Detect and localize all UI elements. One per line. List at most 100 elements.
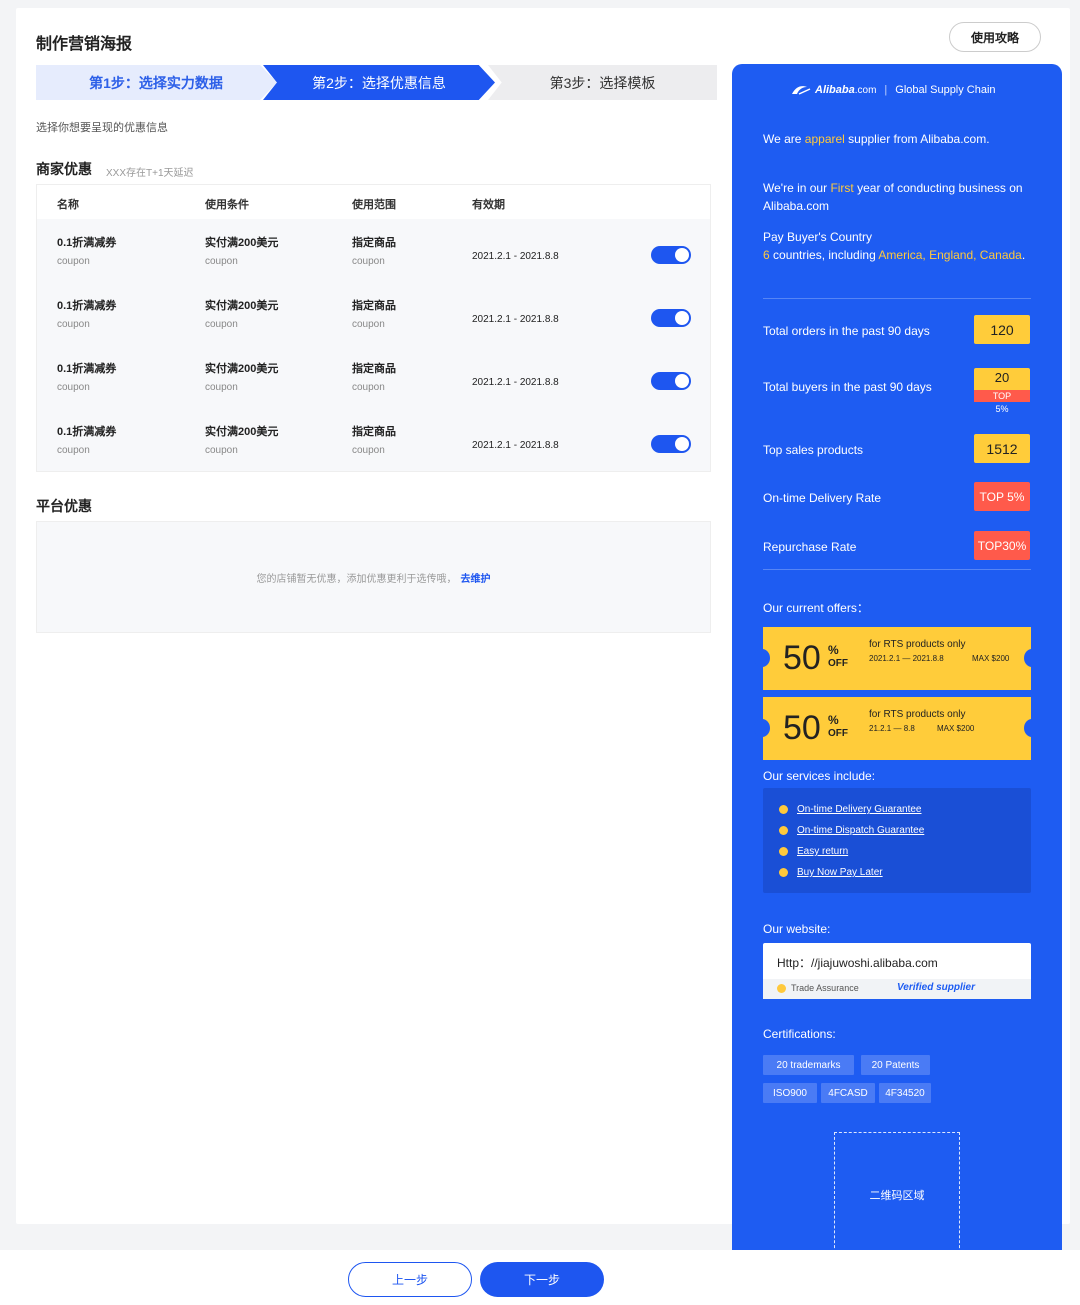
cert-badge: 20 trademarks — [763, 1055, 854, 1075]
offer-scope: 指定商品 — [352, 426, 396, 438]
offer-condition-sub: coupon — [205, 256, 238, 267]
brand-separator: | — [884, 84, 888, 96]
cert-badge: ISO900 — [763, 1083, 817, 1103]
offer-toggle[interactable] — [651, 246, 691, 264]
merchant-section-title: 商家优惠 — [36, 161, 92, 177]
offer-scope: 指定商品 — [352, 363, 396, 375]
coupon-desc: for RTS products only — [869, 639, 966, 650]
merchant-delay-note: XXX存在T+1天延迟 — [106, 168, 194, 179]
offer-name: 0.1折满减券 — [57, 300, 117, 312]
services-title: Our services include: — [763, 769, 876, 783]
orders-value: 120 — [974, 315, 1030, 344]
bullet-icon — [779, 826, 788, 835]
delivery-value: TOP 5% — [974, 482, 1030, 511]
poster-countries: Pay Buyer's Country 6 countries, includi… — [763, 228, 1038, 264]
service-item[interactable]: Buy Now Pay Later — [779, 867, 883, 878]
maintain-link[interactable]: 去维护 — [461, 570, 491, 585]
buyers-value: 20 — [994, 370, 1010, 385]
empty-text: 您的店铺暂无优惠，添加优惠更利于选传哦， — [256, 573, 457, 585]
offer-condition: 实付满200美元 — [205, 300, 279, 312]
table-row: 0.1折满减券 coupon 实付满200美元 coupon 指定商品 coupon … — [37, 351, 710, 414]
offer-name: 0.1折满减券 — [57, 363, 117, 375]
buyers-label: Total buyers in the past 90 days — [763, 380, 932, 394]
hint-text: 选择你想要呈现的优惠信息 — [36, 122, 168, 134]
table-row: 0.1折满减券 coupon 实付满200美元 coupon 指定商品 coupon … — [37, 288, 710, 351]
table-row: 0.1折满减券 coupon 实付满200美元 coupon 指定商品 coupon … — [37, 414, 710, 477]
brand-domain: .com — [854, 84, 877, 96]
bullet-icon — [779, 868, 788, 877]
service-item[interactable]: Easy return — [779, 846, 848, 857]
toggle-knob — [675, 437, 689, 451]
coupon-off: OFF — [828, 728, 848, 739]
offer-name: 0.1折满减券 — [57, 237, 117, 249]
coupon-value: 50 — [783, 639, 821, 677]
bullet-icon — [779, 805, 788, 814]
offer-name-sub: coupon — [57, 256, 90, 267]
services-list: On-time Delivery Guarantee On-time Dispa… — [763, 788, 1031, 893]
col-period: 有效期 — [472, 199, 505, 211]
offer-period: 2021.2.1 - 2021.8.8 — [472, 314, 559, 325]
cert-badge: 4FCASD — [821, 1083, 875, 1103]
platform-empty-state: 您的店铺暂无优惠，添加优惠更利于选传哦， 去维护 — [36, 521, 711, 633]
platform-section-title: 平台优惠 — [36, 498, 92, 514]
col-name: 名称 — [57, 199, 79, 211]
offer-period: 2021.2.1 - 2021.8.8 — [472, 251, 559, 262]
bullet-icon — [779, 847, 788, 856]
website-title: Our website: — [763, 922, 831, 936]
coupon-card: 50 % OFF for RTS products only 2021.2.1 … — [754, 627, 1040, 690]
offer-scope-sub: coupon — [352, 256, 385, 267]
buyers-top-badge: TOP — [974, 390, 1030, 402]
offer-period: 2021.2.1 - 2021.8.8 — [472, 377, 559, 388]
coupon-pct: % — [828, 713, 839, 727]
offer-condition: 实付满200美元 — [205, 363, 279, 375]
cert-title: Certifications: — [763, 1027, 836, 1041]
col-condition: 使用条件 — [205, 199, 249, 211]
service-item[interactable]: On-time Delivery Guarantee — [779, 804, 922, 815]
offer-name: 0.1折满减券 — [57, 426, 117, 438]
repurchase-label: Repurchase Rate — [763, 540, 857, 554]
step-2[interactable]: 第2步：选择优惠信息 — [263, 65, 495, 100]
step-3[interactable]: 第3步：选择模板 — [488, 65, 717, 100]
trade-assurance-icon — [777, 984, 786, 993]
service-item[interactable]: On-time Dispatch Guarantee — [779, 825, 924, 836]
website-box: Http：//jiajuwoshi.alibaba.com Trade Assu… — [763, 943, 1031, 999]
offer-scope-sub: coupon — [352, 382, 385, 393]
country-title: Pay Buyer's Country — [763, 230, 873, 244]
brand-tagline: Global Supply Chain — [895, 84, 996, 96]
offer-toggle[interactable] — [651, 309, 691, 327]
cert-badge: 4F34520 — [879, 1083, 931, 1103]
offer-scope: 指定商品 — [352, 300, 396, 312]
year-highlight: First — [830, 181, 854, 195]
buyers-value-badge: 20 TOP — [974, 368, 1030, 402]
toggle-knob — [675, 311, 689, 325]
offer-name-sub: coupon — [57, 445, 90, 456]
offer-toggle[interactable] — [651, 435, 691, 453]
top-sales-label: Top sales products — [763, 443, 864, 457]
alibaba-logo-icon — [792, 86, 811, 95]
page-title: 制作营销海报 — [36, 36, 133, 53]
offer-period: 2021.2.1 - 2021.8.8 — [472, 440, 559, 451]
prev-step-button[interactable]: 上一步 — [348, 1262, 472, 1297]
brand-logo-text: Alibaba — [815, 84, 855, 96]
coupon-max: MAX $200 — [972, 654, 1010, 663]
repurchase-value: TOP30% — [974, 531, 1030, 560]
table-header: 名称 使用条件 使用范围 有效期 — [37, 185, 710, 219]
step-1[interactable]: 第1步：选择实力数据 — [36, 65, 276, 100]
delivery-label: On-time Delivery Rate — [763, 491, 882, 505]
poster-year: We're in our First year of conducting bu… — [763, 181, 1023, 213]
offer-toggle[interactable] — [651, 372, 691, 390]
guide-button[interactable]: 使用攻略 — [949, 22, 1041, 52]
cert-badge: 20 Patents — [861, 1055, 930, 1075]
poster-brand: Alibaba .com | Global Supply Chain — [790, 84, 996, 96]
offer-name-sub: coupon — [57, 382, 90, 393]
toggle-knob — [675, 374, 689, 388]
offer-condition-sub: coupon — [205, 382, 238, 393]
next-step-button[interactable]: 下一步 — [480, 1262, 604, 1297]
offers-title: Our current offers： — [763, 601, 869, 615]
offer-scope: 指定商品 — [352, 237, 396, 249]
country-count: 6 — [763, 248, 770, 262]
buyers-top-pct: 5% — [995, 404, 1009, 414]
divider — [763, 569, 1031, 570]
coupon-value: 50 — [783, 709, 821, 747]
website-url[interactable]: Http：//jiajuwoshi.alibaba.com — [777, 954, 938, 971]
